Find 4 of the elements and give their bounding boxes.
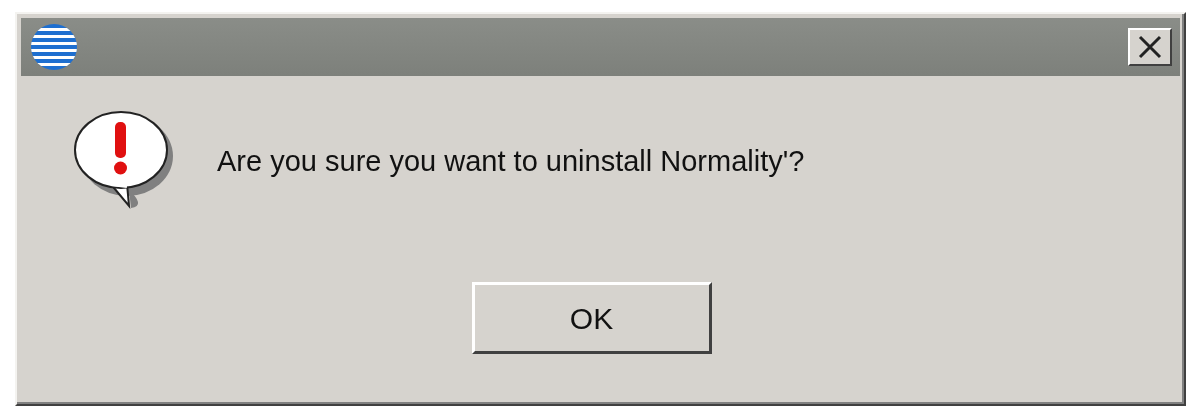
- message-text: Are you sure you want to uninstall Normality'?: [217, 144, 805, 180]
- ok-button[interactable]: OK: [471, 282, 712, 354]
- close-icon: [1137, 35, 1163, 59]
- close-button[interactable]: [1128, 28, 1172, 66]
